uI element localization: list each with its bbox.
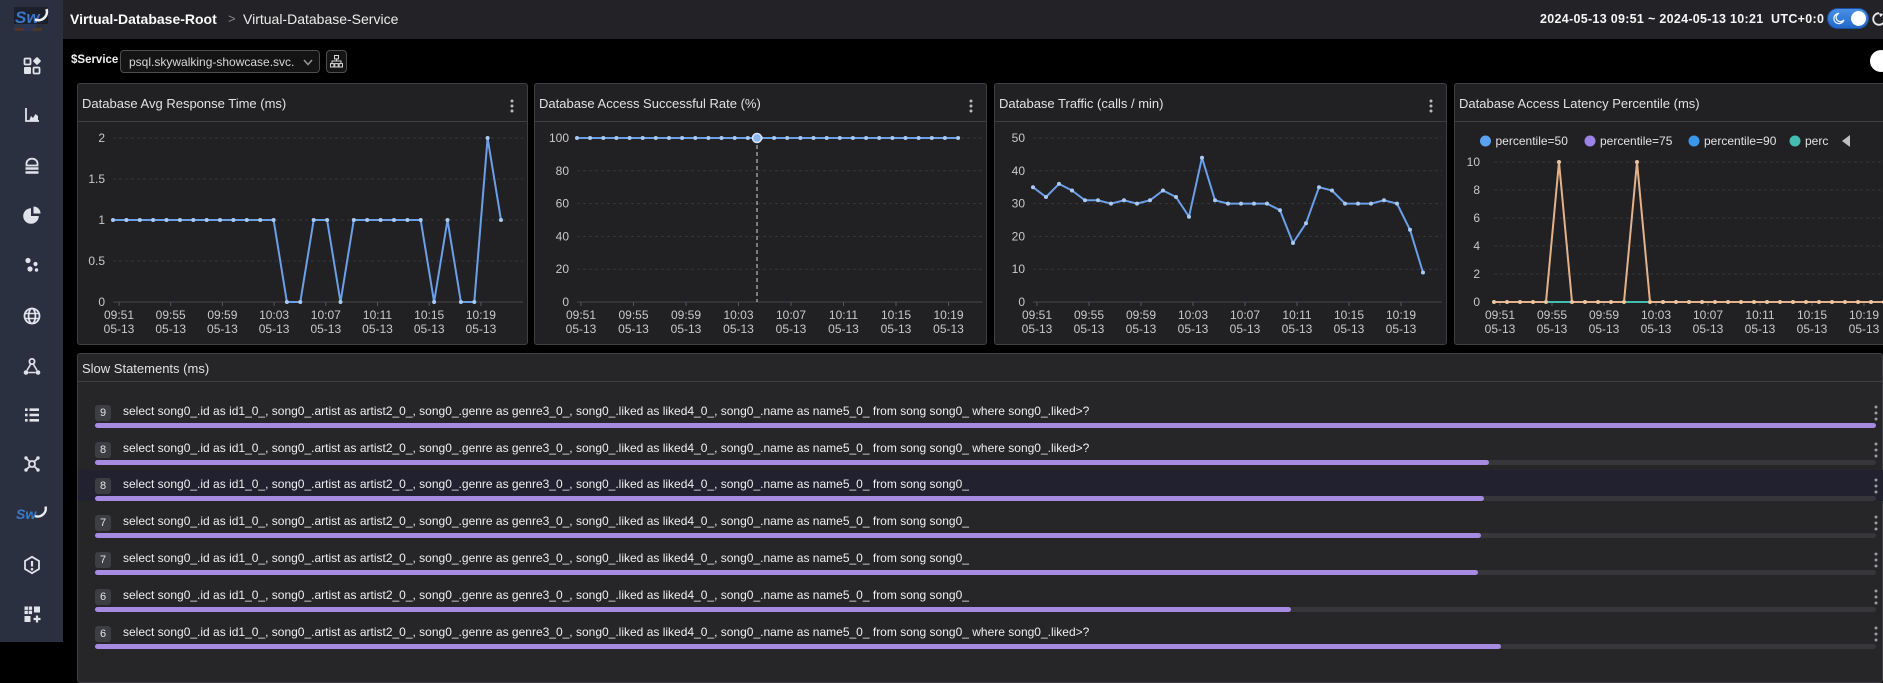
svg-text:09:55: 09:55 bbox=[618, 308, 648, 322]
svg-text:05-13: 05-13 bbox=[776, 322, 807, 336]
svg-text:20: 20 bbox=[556, 262, 570, 276]
svg-text:05-13: 05-13 bbox=[259, 322, 290, 336]
svg-text:09:55: 09:55 bbox=[156, 308, 186, 322]
svg-text:4: 4 bbox=[1473, 239, 1480, 253]
svg-text:2: 2 bbox=[1473, 267, 1480, 281]
svg-text:09:51: 09:51 bbox=[104, 308, 134, 322]
svg-text:10: 10 bbox=[1012, 262, 1026, 276]
svg-text:05-13: 05-13 bbox=[1485, 322, 1516, 336]
svg-text:percentile=50: percentile=50 bbox=[1496, 134, 1569, 148]
svg-text:10:19: 10:19 bbox=[466, 308, 496, 322]
svg-text:05-13: 05-13 bbox=[1386, 322, 1417, 336]
svg-text:09:51: 09:51 bbox=[1022, 308, 1052, 322]
svg-text:10:07: 10:07 bbox=[1693, 308, 1723, 322]
svg-text:09:55: 09:55 bbox=[1074, 308, 1104, 322]
svg-text:0.5: 0.5 bbox=[88, 254, 105, 268]
svg-text:10:03: 10:03 bbox=[1178, 308, 1208, 322]
svg-text:09:59: 09:59 bbox=[207, 308, 237, 322]
svg-text:09:59: 09:59 bbox=[671, 308, 701, 322]
svg-text:05-13: 05-13 bbox=[1693, 322, 1724, 336]
svg-text:10:15: 10:15 bbox=[1334, 308, 1364, 322]
svg-text:10:15: 10:15 bbox=[1797, 308, 1827, 322]
svg-text:2: 2 bbox=[98, 131, 105, 145]
svg-text:10:15: 10:15 bbox=[414, 308, 444, 322]
svg-text:05-13: 05-13 bbox=[933, 322, 964, 336]
svg-text:8: 8 bbox=[1473, 183, 1480, 197]
svg-text:05-13: 05-13 bbox=[1849, 322, 1880, 336]
svg-text:percentile=75: percentile=75 bbox=[1600, 134, 1673, 148]
svg-text:10:19: 10:19 bbox=[933, 308, 963, 322]
svg-text:05-13: 05-13 bbox=[1334, 322, 1365, 336]
svg-text:10: 10 bbox=[1467, 155, 1481, 169]
svg-text:20: 20 bbox=[1012, 229, 1026, 243]
svg-text:05-13: 05-13 bbox=[414, 322, 445, 336]
svg-text:6: 6 bbox=[1473, 211, 1480, 225]
svg-text:05-13: 05-13 bbox=[1537, 322, 1568, 336]
svg-text:10:19: 10:19 bbox=[1849, 308, 1879, 322]
svg-text:09:51: 09:51 bbox=[1485, 308, 1515, 322]
svg-text:05-13: 05-13 bbox=[723, 322, 754, 336]
svg-text:05-13: 05-13 bbox=[207, 322, 238, 336]
svg-text:05-13: 05-13 bbox=[1745, 322, 1776, 336]
svg-text:09:55: 09:55 bbox=[1537, 308, 1567, 322]
svg-text:10:03: 10:03 bbox=[723, 308, 753, 322]
svg-text:05-13: 05-13 bbox=[1178, 322, 1209, 336]
svg-text:1: 1 bbox=[98, 213, 105, 227]
svg-text:05-13: 05-13 bbox=[671, 322, 702, 336]
svg-text:50: 50 bbox=[1012, 131, 1026, 145]
svg-text:05-13: 05-13 bbox=[155, 322, 186, 336]
svg-text:10:15: 10:15 bbox=[881, 308, 911, 322]
svg-text:10:07: 10:07 bbox=[1230, 308, 1260, 322]
svg-text:05-13: 05-13 bbox=[466, 322, 497, 336]
svg-text:05-13: 05-13 bbox=[1641, 322, 1672, 336]
svg-text:09:59: 09:59 bbox=[1589, 308, 1619, 322]
svg-text:40: 40 bbox=[556, 229, 570, 243]
svg-text:05-13: 05-13 bbox=[310, 322, 341, 336]
svg-text:40: 40 bbox=[1012, 164, 1026, 178]
svg-text:05-13: 05-13 bbox=[881, 322, 912, 336]
svg-text:09:59: 09:59 bbox=[1126, 308, 1156, 322]
svg-text:0: 0 bbox=[1473, 295, 1480, 309]
svg-text:05-13: 05-13 bbox=[1074, 322, 1105, 336]
svg-text:05-13: 05-13 bbox=[1282, 322, 1313, 336]
svg-text:10:11: 10:11 bbox=[1282, 308, 1311, 322]
svg-text:05-13: 05-13 bbox=[618, 322, 649, 336]
svg-text:80: 80 bbox=[556, 164, 570, 178]
svg-text:0: 0 bbox=[1018, 295, 1025, 309]
svg-text:05-13: 05-13 bbox=[566, 322, 597, 336]
svg-text:1.5: 1.5 bbox=[88, 172, 105, 186]
svg-text:09:51: 09:51 bbox=[566, 308, 596, 322]
svg-text:perc: perc bbox=[1805, 134, 1828, 148]
svg-text:05-13: 05-13 bbox=[1022, 322, 1053, 336]
svg-text:05-13: 05-13 bbox=[1230, 322, 1261, 336]
svg-text:10:11: 10:11 bbox=[363, 308, 392, 322]
svg-text:0: 0 bbox=[98, 295, 105, 309]
svg-text:60: 60 bbox=[556, 197, 570, 211]
svg-text:10:19: 10:19 bbox=[1386, 308, 1416, 322]
svg-text:10:03: 10:03 bbox=[259, 308, 289, 322]
svg-text:05-13: 05-13 bbox=[1589, 322, 1620, 336]
svg-text:10:07: 10:07 bbox=[311, 308, 341, 322]
svg-text:10:07: 10:07 bbox=[776, 308, 806, 322]
svg-text:05-13: 05-13 bbox=[104, 322, 135, 336]
svg-text:100: 100 bbox=[549, 131, 569, 145]
svg-text:10:11: 10:11 bbox=[1745, 308, 1774, 322]
svg-text:percentile=90: percentile=90 bbox=[1704, 134, 1777, 148]
svg-text:0: 0 bbox=[562, 295, 569, 309]
svg-text:05-13: 05-13 bbox=[1126, 322, 1157, 336]
svg-text:05-13: 05-13 bbox=[362, 322, 393, 336]
svg-text:10:11: 10:11 bbox=[829, 308, 858, 322]
svg-text:05-13: 05-13 bbox=[1797, 322, 1828, 336]
svg-text:10:03: 10:03 bbox=[1641, 308, 1671, 322]
svg-text:05-13: 05-13 bbox=[828, 322, 859, 336]
svg-text:30: 30 bbox=[1012, 197, 1026, 211]
